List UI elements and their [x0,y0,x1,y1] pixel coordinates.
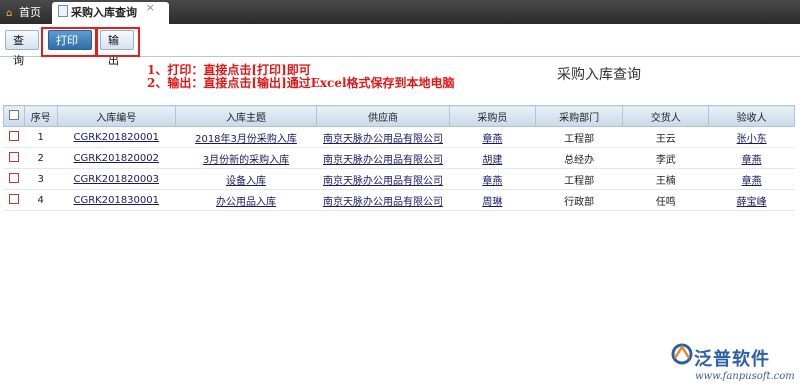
query-button[interactable]: 查询 [5,30,39,67]
fanpu-logo-icon [671,343,693,365]
table-row[interactable]: 1 CGRK201820001 2018年3月份采购入库 南京天脉办公用品有限公… [3,126,795,148]
select-all-checkbox[interactable] [8,110,19,120]
inbound-no-link[interactable]: CGRK201830001 [74,195,160,206]
cell-supplier: 南京天脉办公用品有限公司 [316,126,450,148]
close-icon[interactable]: × [146,0,155,19]
cell-dept: 工程部 [535,126,623,148]
cell-subject: 2018年3月份采购入库 [175,126,317,148]
output-highlight-box [96,27,140,57]
document-icon [58,5,68,17]
cell-dept: 行政部 [535,189,623,211]
cell-seq: 1 [24,126,58,148]
subject-link[interactable]: 2018年3月份采购入库 [195,134,297,145]
cell-deliverer: 任鸣 [622,189,709,211]
cell-receiver: 张小东 [708,126,795,148]
supplier-link[interactable]: 南京天脉办公用品有限公司 [323,134,443,145]
supplier-link[interactable]: 南京天脉办公用品有限公司 [323,197,443,208]
subject-link[interactable]: 3月份新的采购入库 [203,155,289,166]
tab-bar: ⌂ 首页 采购入库查询 × [0,0,800,24]
cell-inbound-no: CGRK201820003 [57,168,176,190]
table-row[interactable]: 4 CGRK201830001 办公用品入库 南京天脉办公用品有限公司 周琳 行… [3,189,795,211]
cell-inbound-no: CGRK201820001 [57,126,176,148]
page-title: 采购入库查询 [557,67,641,83]
header-inbound-no: 入库编号 [56,105,176,127]
buyer-link[interactable]: 胡建 [482,155,502,166]
table-header-row: 序号 入库编号 入库主题 供应商 采购员 采购部门 交货人 验收人 [3,105,795,127]
header-seq: 序号 [23,105,58,127]
cell-receiver: 薛宝峰 [708,189,795,211]
subject-link[interactable]: 办公用品入库 [216,197,276,208]
supplier-link[interactable]: 南京天脉办公用品有限公司 [323,155,443,166]
row-select[interactable] [3,168,25,190]
receiver-link[interactable]: 张小东 [737,134,767,145]
row-checkbox[interactable] [8,173,19,183]
header-buyer: 采购员 [448,105,536,127]
row-checkbox[interactable] [8,152,19,162]
receiver-link[interactable]: 薛宝峰 [737,197,767,208]
cell-subject: 设备入库 [175,168,317,190]
buyer-link[interactable]: 章燕 [482,134,502,145]
row-select[interactable] [3,147,25,169]
results-table: 序号 入库编号 入库主题 供应商 采购员 采购部门 交货人 验收人 1 CGRK… [3,105,795,211]
buyer-link[interactable]: 章燕 [482,176,502,187]
cell-buyer: 章燕 [449,126,536,148]
cell-buyer: 胡建 [449,147,536,169]
buyer-link[interactable]: 周琳 [482,197,502,208]
header-dept: 采购部门 [534,105,624,127]
cell-dept: 工程部 [535,168,623,190]
cell-supplier: 南京天脉办公用品有限公司 [316,168,450,190]
cell-seq: 3 [24,168,58,190]
cell-subject: 3月份新的采购入库 [175,147,317,169]
tab-purchase-inbound-query[interactable]: 采购入库查询 × [52,0,169,24]
tab-home[interactable]: ⌂ 首页 [6,2,41,24]
row-select[interactable] [3,189,25,211]
cell-buyer: 周琳 [449,189,536,211]
cell-dept: 总经办 [535,147,623,169]
cell-seq: 2 [24,147,58,169]
cell-inbound-no: CGRK201820002 [57,147,176,169]
chevron-down-icon [60,57,68,62]
subject-link[interactable]: 设备入库 [226,176,266,187]
row-checkbox[interactable] [8,194,19,204]
cell-receiver: 章燕 [708,168,795,190]
inbound-no-link[interactable]: CGRK201820002 [74,153,160,164]
inbound-no-link[interactable]: CGRK201820003 [74,174,160,185]
cell-subject: 办公用品入库 [175,189,317,211]
cell-receiver: 章燕 [708,147,795,169]
header-deliverer: 交货人 [622,105,710,127]
brand-url: www.fanpusoft.com [695,371,795,382]
receiver-link[interactable]: 章燕 [742,176,762,187]
instruction-output: 2、输出：直接点击[输出]通过Excel格式保存到本地电脑 [147,76,455,90]
cell-deliverer: 王楠 [622,168,709,190]
table-row[interactable]: 3 CGRK201820003 设备入库 南京天脉办公用品有限公司 章燕 工程部… [3,168,795,190]
supplier-link[interactable]: 南京天脉办公用品有限公司 [323,176,443,187]
cell-buyer: 章燕 [449,168,536,190]
receiver-link[interactable]: 章燕 [742,155,762,166]
cell-inbound-no: CGRK201830001 [57,189,176,211]
cell-deliverer: 李武 [622,147,709,169]
row-select[interactable] [3,126,25,148]
print-highlight-box [41,27,97,57]
cell-seq: 4 [24,189,58,211]
tab-active-label: 采购入库查询 [71,6,137,19]
header-receiver: 验收人 [708,105,795,127]
select-all-header[interactable] [3,105,25,127]
cell-deliverer: 王云 [622,126,709,148]
header-inbound-subject: 入库主题 [174,105,318,127]
inbound-no-link[interactable]: CGRK201820001 [74,132,160,143]
header-supplier: 供应商 [316,105,450,127]
brand-name: 泛普软件 [694,349,770,370]
table-row[interactable]: 2 CGRK201820002 3月份新的采购入库 南京天脉办公用品有限公司 胡… [3,147,795,169]
cell-supplier: 南京天脉办公用品有限公司 [316,147,450,169]
tab-home-label: 首页 [19,6,41,19]
cell-supplier: 南京天脉办公用品有限公司 [316,189,450,211]
home-icon: ⌂ [6,8,13,19]
row-checkbox[interactable] [8,131,19,141]
